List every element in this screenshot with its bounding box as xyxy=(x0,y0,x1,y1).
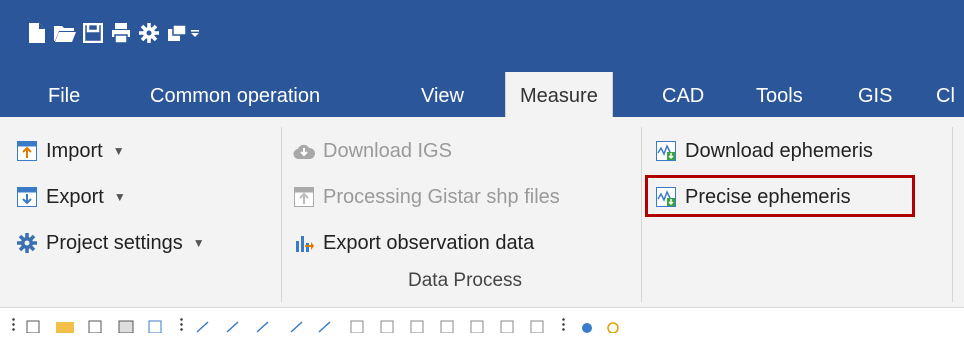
project-settings-label: Project settings xyxy=(46,231,183,254)
save-icon[interactable] xyxy=(88,320,106,334)
processing-gistar-label: Processing Gistar shp files xyxy=(323,185,560,208)
hand-icon[interactable] xyxy=(580,320,598,333)
new-file-icon[interactable] xyxy=(26,320,44,334)
highlight-box xyxy=(645,175,915,217)
print-icon[interactable] xyxy=(110,22,132,44)
download-ephemeris-button[interactable]: Download ephemeris xyxy=(655,134,873,168)
ribbon-panel: Import ▼ Export ▼ Project settings ▼ Dow… xyxy=(0,117,964,308)
customize-dropdown-icon[interactable] xyxy=(188,22,202,44)
save-icon[interactable] xyxy=(82,22,104,44)
open-folder-icon[interactable] xyxy=(54,22,76,44)
line-tool-icon[interactable] xyxy=(290,320,308,333)
settings-gear-icon[interactable] xyxy=(138,22,160,44)
import-button[interactable]: Import ▼ xyxy=(16,134,125,168)
new-file-icon[interactable] xyxy=(26,22,48,44)
toolbar-grip[interactable] xyxy=(180,317,183,333)
tab-common-operation[interactable]: Common operation xyxy=(136,72,334,117)
tab-gis[interactable]: GIS xyxy=(844,72,906,117)
line-tool-icon[interactable] xyxy=(256,320,274,333)
tab-measure[interactable]: Measure xyxy=(505,72,613,117)
chevron-down-icon: ▼ xyxy=(112,144,125,158)
download-igs-button[interactable]: Download IGS xyxy=(293,134,452,168)
processing-gistar-button[interactable]: Processing Gistar shp files xyxy=(293,180,560,214)
download-igs-label: Download IGS xyxy=(323,139,452,162)
export-button[interactable]: Export ▼ xyxy=(16,180,126,214)
export-observation-button[interactable]: Export observation data xyxy=(293,226,534,260)
open-folder-icon[interactable] xyxy=(56,320,74,333)
info-icon[interactable] xyxy=(606,320,624,334)
table-icon[interactable] xyxy=(350,320,368,334)
ribbon-tab-row: File Common operation View Measure CAD T… xyxy=(0,72,964,117)
toolbar-grip[interactable] xyxy=(12,317,15,333)
export-label: Export xyxy=(46,185,104,208)
line-tool-icon[interactable] xyxy=(226,320,244,333)
group-label-data-process: Data Process xyxy=(408,270,523,291)
table-icon[interactable] xyxy=(410,320,428,334)
table-icon[interactable] xyxy=(500,320,518,334)
tab-cl[interactable]: Cl xyxy=(922,72,964,117)
line-tool-icon[interactable] xyxy=(196,320,214,333)
image-icon[interactable] xyxy=(118,320,136,334)
table-icon[interactable] xyxy=(470,320,488,334)
group-separator xyxy=(281,127,282,302)
gear-icon xyxy=(16,232,38,254)
document-icon[interactable] xyxy=(148,320,166,334)
export-observation-label: Export observation data xyxy=(323,231,535,254)
tab-view[interactable]: View xyxy=(407,72,478,117)
import-icon xyxy=(16,140,38,162)
chevron-down-icon: ▼ xyxy=(192,236,205,250)
import-label: Import xyxy=(46,139,103,162)
export-icon xyxy=(16,186,38,208)
chevron-down-icon: ▼ xyxy=(113,190,126,204)
cloud-download-icon xyxy=(293,140,315,162)
bottom-toolbar xyxy=(0,308,964,334)
windows-icon[interactable] xyxy=(166,22,188,44)
download-ephemeris-label: Download ephemeris xyxy=(685,139,873,162)
title-bar xyxy=(0,0,964,72)
table-icon[interactable] xyxy=(530,320,548,334)
group-separator xyxy=(641,127,642,302)
table-icon[interactable] xyxy=(380,320,398,334)
ephemeris-icon xyxy=(655,140,677,162)
tab-cad[interactable]: CAD xyxy=(648,72,718,117)
import-icon xyxy=(293,186,315,208)
bar-chart-export-icon xyxy=(293,232,315,254)
tab-tools[interactable]: Tools xyxy=(742,72,817,117)
tab-file[interactable]: File xyxy=(34,72,94,117)
table-icon[interactable] xyxy=(440,320,458,334)
toolbar-grip[interactable] xyxy=(562,317,565,333)
line-tool-icon[interactable] xyxy=(318,320,336,333)
group-separator xyxy=(952,127,953,302)
project-settings-button[interactable]: Project settings ▼ xyxy=(16,226,205,260)
